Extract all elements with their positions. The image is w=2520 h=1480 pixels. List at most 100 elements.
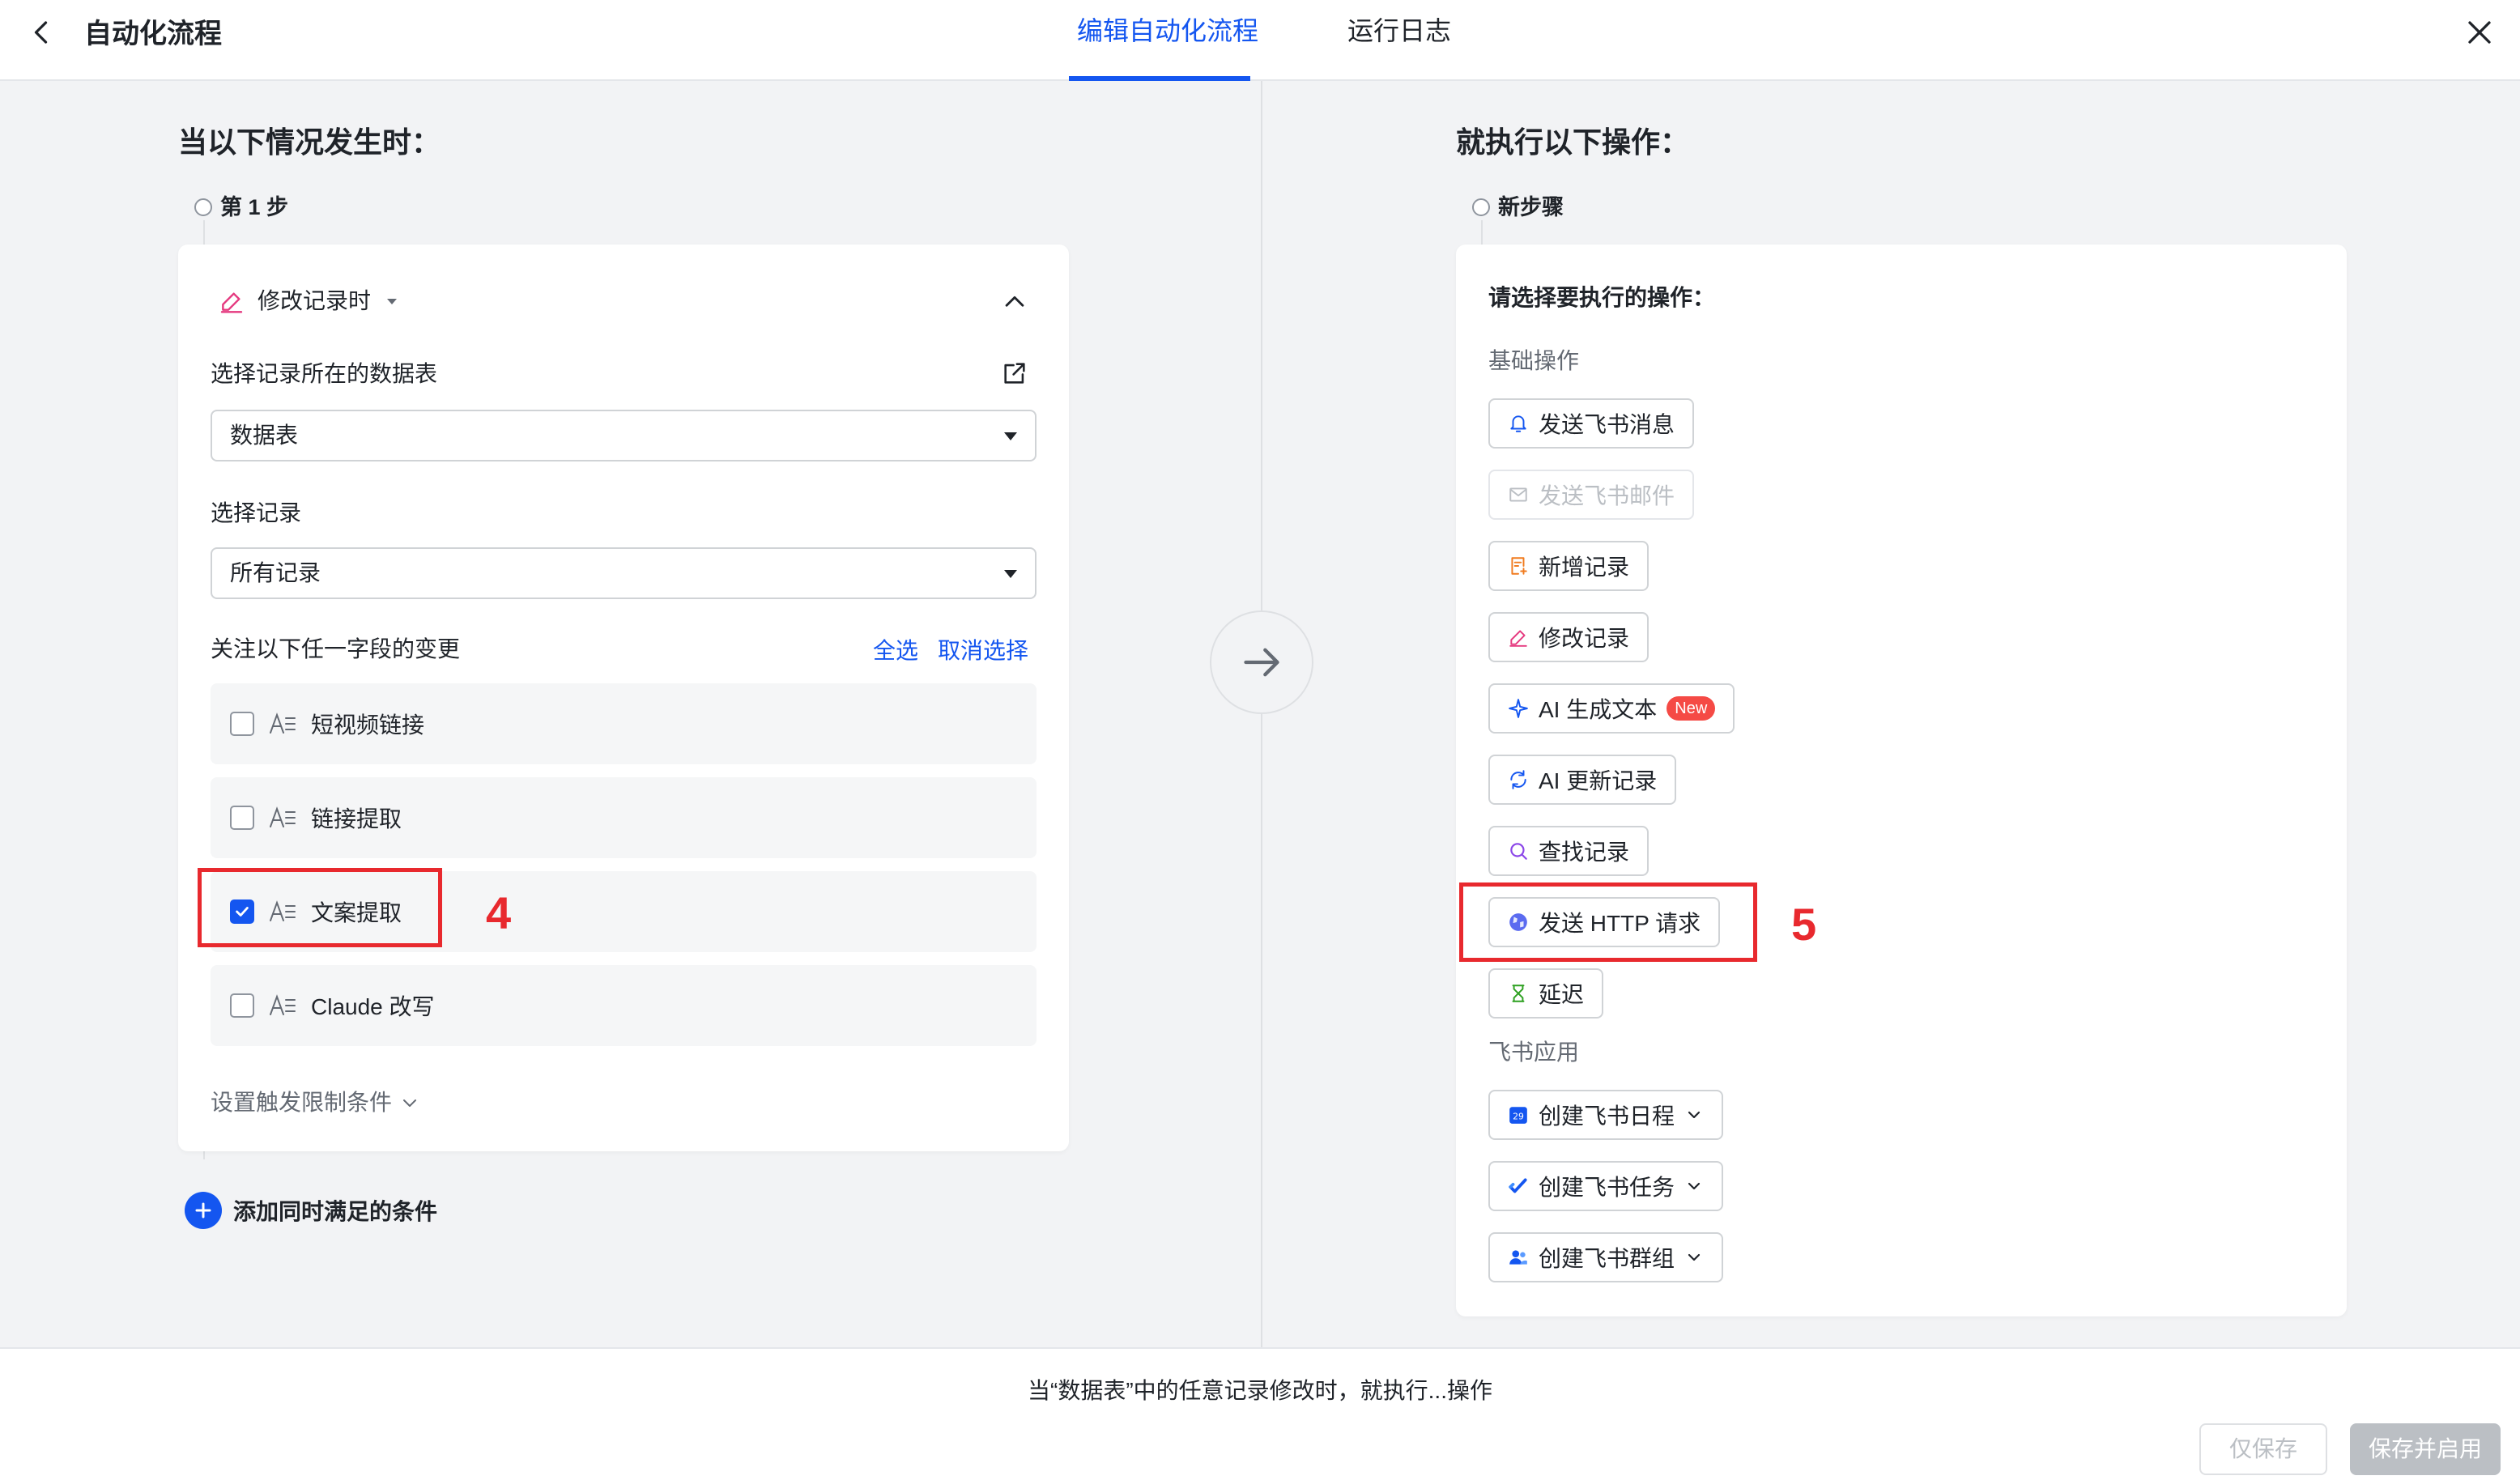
- tab-edit-flow[interactable]: 编辑自动化流程: [1077, 13, 1258, 49]
- op-label: 发送飞书消息: [1539, 412, 1675, 437]
- plus-icon: [185, 1192, 222, 1229]
- hourglass-icon: [1512, 985, 1525, 1002]
- chevron-down-icon: [1688, 1253, 1701, 1261]
- select-all-button[interactable]: 全选: [873, 635, 918, 667]
- flow-summary: 当“数据表”中的任意记录修改时，就执行...操作: [1028, 1378, 1492, 1403]
- create-calendar-event-button[interactable]: 29 创建飞书日程: [1488, 1090, 1724, 1140]
- trigger-event-dropdown[interactable]: 修改记录时: [219, 285, 400, 317]
- trigger-step-label: 第 1 步: [194, 193, 288, 222]
- pencil-icon: [1509, 630, 1527, 647]
- active-tab-indicator: [1069, 76, 1250, 81]
- table-select-value: 数据表: [230, 423, 299, 448]
- calendar-day: 29: [1513, 1111, 1524, 1121]
- step-label-text: 新步骤: [1498, 195, 1564, 219]
- action-timeline: [1481, 220, 1483, 245]
- op-label: 查找记录: [1539, 840, 1630, 865]
- annotation-number-4: 4: [486, 887, 512, 938]
- feishu-apps-label: 飞书应用: [1488, 1040, 1580, 1065]
- annotation-box-4: [198, 868, 442, 947]
- chevron-up-icon[interactable]: [1001, 288, 1028, 316]
- action-step-label: 新步骤: [1472, 193, 1564, 222]
- back-chevron-icon[interactable]: [28, 18, 57, 47]
- send-mail-button: 发送飞书邮件: [1488, 470, 1695, 520]
- record-select-value: 所有记录: [230, 560, 321, 585]
- op-label: 修改记录: [1539, 626, 1630, 651]
- field-label: 链接提取: [311, 806, 402, 831]
- action-card: 请选择要执行的操作： 基础操作 发送飞书消息 发送飞书邮件 新增记录 修改记录 …: [1456, 245, 2347, 1316]
- save-only-button[interactable]: 仅保存: [2199, 1423, 2327, 1475]
- mail-icon: [1509, 487, 1527, 502]
- chevron-down-icon: [1688, 1182, 1701, 1190]
- trigger-limit-toggle[interactable]: 设置触发限制条件: [211, 1087, 419, 1119]
- caret-down-icon: [1004, 570, 1017, 578]
- edit-record-icon: [220, 292, 243, 313]
- bell-icon: [1510, 415, 1526, 432]
- deselect-button[interactable]: 取消选择: [938, 635, 1028, 667]
- add-record-icon: [1511, 557, 1527, 575]
- op-label: 发送飞书邮件: [1539, 483, 1675, 508]
- watch-fields-label: 关注以下任一字段的变更: [211, 636, 461, 661]
- text-field-icon: [270, 806, 296, 827]
- flow-arrow: [1210, 610, 1313, 714]
- step-label-text: 第 1 步: [220, 195, 289, 219]
- ai-generate-text-button[interactable]: AI 生成文本 New: [1488, 683, 1735, 734]
- op-label: 创建飞书群组: [1539, 1246, 1675, 1271]
- new-badge: New: [1667, 696, 1716, 721]
- save-and-enable-button[interactable]: 保存并启用: [2350, 1423, 2501, 1475]
- step-circle-icon: [1472, 198, 1490, 216]
- step-circle-icon: [194, 198, 212, 216]
- trigger-limit-label: 设置触发限制条件: [211, 1090, 393, 1115]
- add-condition-button[interactable]: 添加同时满足的条件: [185, 1192, 437, 1229]
- field-item: 短视频链接: [211, 683, 1037, 764]
- field-label: Claude 改写: [311, 994, 435, 1019]
- field-item: 链接提取: [211, 777, 1037, 858]
- annotation-number-5: 5: [1791, 899, 1817, 950]
- arrow-right-icon: [1244, 648, 1279, 677]
- add-record-button[interactable]: 新增记录: [1488, 541, 1649, 591]
- op-label: AI 生成文本: [1539, 697, 1658, 722]
- add-condition-label: 添加同时满足的条件: [233, 1199, 438, 1224]
- create-group-button[interactable]: 创建飞书群组: [1488, 1232, 1724, 1282]
- field-checkbox[interactable]: [230, 806, 254, 830]
- ai-update-record-button[interactable]: AI 更新记录: [1488, 755, 1677, 805]
- op-label: 创建飞书日程: [1539, 1104, 1675, 1129]
- table-select[interactable]: 数据表: [211, 410, 1037, 461]
- chevron-down-icon: [1688, 1111, 1701, 1119]
- sparkle-icon: [1509, 699, 1528, 718]
- field-checkbox[interactable]: [230, 993, 254, 1018]
- annotation-box-5: [1459, 882, 1757, 962]
- action-prompt: 请选择要执行的操作：: [1488, 285, 1716, 310]
- external-link-icon[interactable]: [1001, 359, 1028, 387]
- panel-divider: [1261, 81, 1262, 1347]
- create-task-button[interactable]: 创建飞书任务: [1488, 1161, 1724, 1211]
- field-label: 短视频链接: [311, 712, 425, 738]
- op-label: 新增记录: [1539, 555, 1630, 580]
- find-record-button[interactable]: 查找记录: [1488, 826, 1649, 876]
- delay-button[interactable]: 延迟: [1488, 968, 1604, 1019]
- chevron-down-icon: [403, 1099, 417, 1107]
- calendar-icon: 29: [1509, 1107, 1527, 1124]
- trigger-section-title: 当以下情况发生时：: [178, 125, 441, 159]
- task-check-icon: [1509, 1178, 1527, 1193]
- close-icon[interactable]: [2465, 18, 2494, 47]
- table-select-label: 选择记录所在的数据表: [211, 361, 438, 386]
- caret-down-icon: [1004, 432, 1017, 440]
- action-section-title: 就执行以下操作：: [1456, 125, 1690, 159]
- caret-down-icon: [387, 299, 398, 304]
- field-item: Claude 改写: [211, 965, 1037, 1046]
- header: 自动化流程 编辑自动化流程 运行日志: [0, 0, 2520, 81]
- text-field-icon: [270, 712, 296, 734]
- tab-run-log[interactable]: 运行日志: [1347, 13, 1451, 49]
- edit-record-button[interactable]: 修改记录: [1488, 612, 1649, 662]
- trigger-event-label: 修改记录时: [258, 288, 372, 313]
- footer-bar: 当“数据表”中的任意记录修改时，就执行...操作 仅保存 保存并启用: [0, 1347, 2520, 1480]
- send-message-button[interactable]: 发送飞书消息: [1488, 398, 1695, 449]
- record-select-label: 选择记录: [211, 500, 302, 525]
- record-select[interactable]: 所有记录: [211, 547, 1037, 599]
- field-checkbox[interactable]: [230, 712, 254, 736]
- search-icon: [1510, 843, 1527, 860]
- op-label: 创建飞书任务: [1539, 1175, 1675, 1200]
- op-label: AI 更新记录: [1539, 768, 1658, 793]
- text-field-icon: [270, 994, 296, 1015]
- page-title: 自动化流程: [84, 19, 222, 49]
